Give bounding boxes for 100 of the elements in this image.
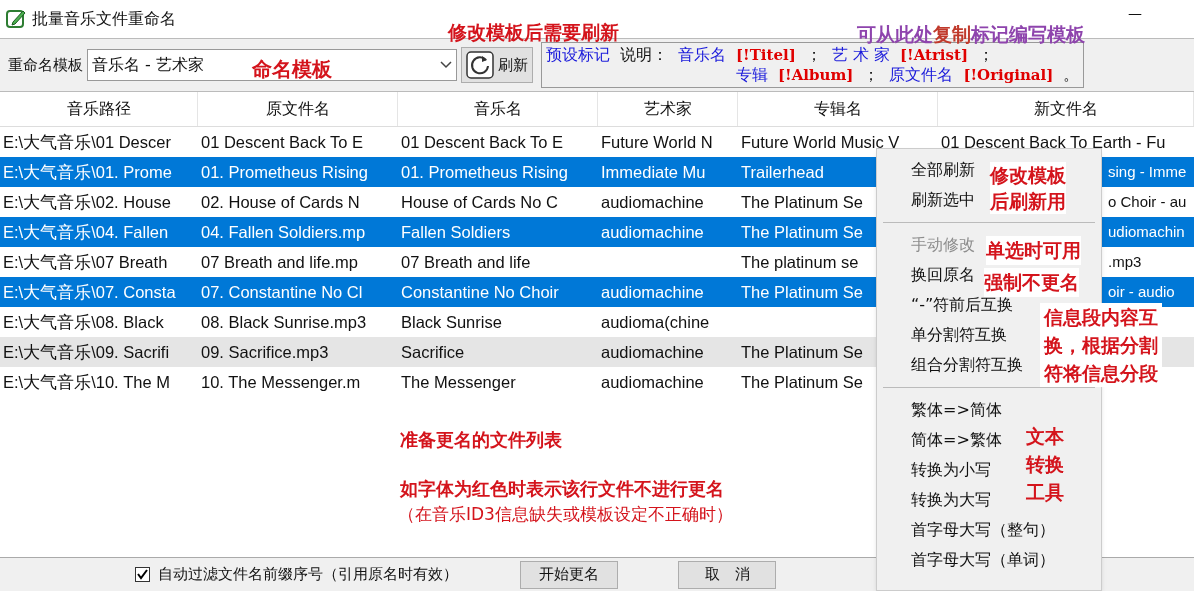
menu-item[interactable]: 首字母大写（整句） xyxy=(911,518,1055,542)
preset-text: 预设标记 xyxy=(546,45,610,65)
preset-text: 说明： xyxy=(620,45,668,65)
refresh-button[interactable]: 刷新 xyxy=(461,47,533,83)
template-label: 重命名模板 xyxy=(8,54,83,76)
column-header[interactable]: 音乐路径 xyxy=(0,92,198,126)
refresh-icon xyxy=(466,51,494,79)
checkbox[interactable] xyxy=(135,567,150,582)
preset-text: ； xyxy=(978,45,995,65)
annotation-text: （在音乐ID3信息缺失或模板设定不正确时） xyxy=(398,503,733,526)
tag-code: [!Atrist] xyxy=(900,45,969,65)
cancel-button[interactable]: 取 消 xyxy=(678,560,776,589)
table-cell-text: The Platinum Se xyxy=(741,281,863,303)
window-title: 批量音乐文件重命名 xyxy=(32,8,176,30)
column-header[interactable]: 原文件名 xyxy=(198,92,398,126)
annotation-text: 信息段内容互 换，根据分割 符将信息分段 xyxy=(1040,303,1162,387)
minimize-button[interactable]: — xyxy=(1128,2,1142,24)
table-cell-text: E:\大气音乐\01 Descer xyxy=(3,131,171,153)
start-rename-button[interactable]: 开始更名 xyxy=(520,560,618,589)
table-cell-text: The Messenger xyxy=(401,371,516,393)
annotation-text: 准备更名的文件列表 xyxy=(400,428,562,452)
annotation-text: 强制不更名 xyxy=(984,268,1079,297)
table-cell-text: The Platinum Se xyxy=(741,221,863,243)
preset-text: 专辑 xyxy=(736,65,768,85)
table-cell-text: Trailerhead xyxy=(741,161,824,183)
preset-text: ； xyxy=(805,45,822,65)
table-cell-text: o Choir - au xyxy=(1108,191,1187,212)
preset-text: 原文件名 xyxy=(889,65,954,85)
preset-text: 艺 术 家 xyxy=(831,45,890,65)
table-cell-text: 01. Prometheus Rising xyxy=(201,161,368,183)
table-cell-text: audiomachine xyxy=(601,221,704,243)
preset-text: ； xyxy=(863,65,880,85)
check-icon xyxy=(137,569,148,580)
table-cell-text: E:\大气音乐\08. Black xyxy=(3,311,164,333)
table-cell-text: Future World N xyxy=(601,131,713,153)
table-cell-text: 04. Fallen Soldiers.mp xyxy=(201,221,366,243)
annotation-phrase: 可从此处 xyxy=(857,23,933,45)
table-cell-text: Black Sunrise xyxy=(401,311,502,333)
table-cell-text: 02. House of Cards N xyxy=(201,191,360,213)
annotation-phrase: 标记编写模板 xyxy=(971,23,1085,45)
table-cell-text: E:\大气音乐\07 Breath xyxy=(3,251,168,273)
table-cell-text: Future World Music V xyxy=(741,131,900,153)
menu-item[interactable]: 全部刷新 xyxy=(911,158,975,182)
annotation-text: 命名模板 xyxy=(252,56,332,83)
preset-text: 。 xyxy=(1063,65,1080,85)
table-cell-text: sing - Imme xyxy=(1108,161,1187,182)
table-cell-text: E:\大气音乐\04. Fallen xyxy=(3,221,169,243)
table-cell-text: 01 Descent Back To E xyxy=(401,131,564,153)
column-header[interactable]: 音乐名 xyxy=(398,92,598,126)
table-cell-text: Sacrifice xyxy=(401,341,465,363)
table-cell-text: E:\大气音乐\10. The M xyxy=(3,371,171,393)
table-cell-text: 07 Breath and life.mp xyxy=(201,251,358,273)
annotation-phrase: 复制 xyxy=(933,23,971,45)
table-cell-text: audiomachine xyxy=(601,191,704,213)
menu-item[interactable]: 简体=>繁体 xyxy=(911,428,1002,452)
column-header[interactable]: 新文件名 xyxy=(938,92,1194,126)
table-cell-text: E:\大气音乐\09. Sacrifi xyxy=(3,341,170,363)
menu-item[interactable]: 转换为小写 xyxy=(911,458,991,482)
table-cell-text: 01. Prometheus Rising xyxy=(401,161,568,183)
edit-icon xyxy=(4,7,28,31)
annotation-text: 如字体为红色时表示该行文件不进行更名 xyxy=(400,477,724,501)
menu-item[interactable]: 转换为大写 xyxy=(911,488,991,512)
table-cell-text: 07 Breath and life xyxy=(401,251,531,273)
menu-item[interactable]: 刷新选中 xyxy=(911,188,975,212)
table-cell-text: E:\大气音乐\02. House xyxy=(3,191,171,213)
annotation-text: 修改模板 后刷新用 xyxy=(990,162,1066,214)
table-cell-text: The platinum se xyxy=(741,251,859,273)
tag-code: [!Album] xyxy=(778,65,854,85)
annotation-text: 单选时可用 xyxy=(986,236,1081,265)
table-cell-text: House of Cards No C xyxy=(401,191,558,213)
table-cell-text: Constantine No Choir xyxy=(401,281,559,303)
annotation-text: 文本 转换 工具 xyxy=(1026,424,1064,505)
table-cell-text: The Platinum Se xyxy=(741,371,863,393)
table-cell-text: oir - audio xyxy=(1108,281,1175,302)
table-cell-text: udiomachin xyxy=(1108,221,1185,242)
tag-code: [!Original] xyxy=(963,65,1054,85)
chevron-down-icon xyxy=(440,61,452,69)
table-cell-text: 10. The Messenger.m xyxy=(201,371,361,393)
table-cell-text: audiomachine xyxy=(601,371,704,393)
table-cell-text: E:\大气音乐\07. Consta xyxy=(3,281,176,303)
table-cell-text: 01 Descent Back To E xyxy=(201,131,364,153)
table-cell-text: Fallen Soldiers xyxy=(401,221,511,243)
table-cell-text: 09. Sacrifice.mp3 xyxy=(201,341,329,363)
table-cell-text: The Platinum Se xyxy=(741,191,863,213)
menu-item[interactable]: 繁体=>简体 xyxy=(911,398,1002,422)
menu-item[interactable]: 首字母大写（单词） xyxy=(911,548,1055,572)
column-header[interactable]: 艺术家 xyxy=(598,92,738,126)
tag-code: [!Titel] xyxy=(736,45,796,65)
table-cell-text: audiomachine xyxy=(601,341,704,363)
annotation-text: 修改模板后需要刷新 xyxy=(448,20,619,45)
table-cell-text: 07. Constantine No Cl xyxy=(201,281,363,303)
table-cell-text: 01 Descent Back To Earth - Fu xyxy=(941,131,1166,153)
table-cell-text: .mp3 xyxy=(1108,251,1142,272)
column-header[interactable]: 专辑名 xyxy=(738,92,938,126)
table-cell-text: 08. Black Sunrise.mp3 xyxy=(201,311,367,333)
checkbox-label: 自动过滤文件名前缀序号（引用原名时有效） xyxy=(158,564,458,586)
table-cell-text: audioma(chine xyxy=(601,311,710,333)
table-cell-text: The Platinum Se xyxy=(741,341,863,363)
table-cell-text: Immediate Mu xyxy=(601,161,706,183)
table-cell-text: E:\大气音乐\01. Prome xyxy=(3,161,172,183)
